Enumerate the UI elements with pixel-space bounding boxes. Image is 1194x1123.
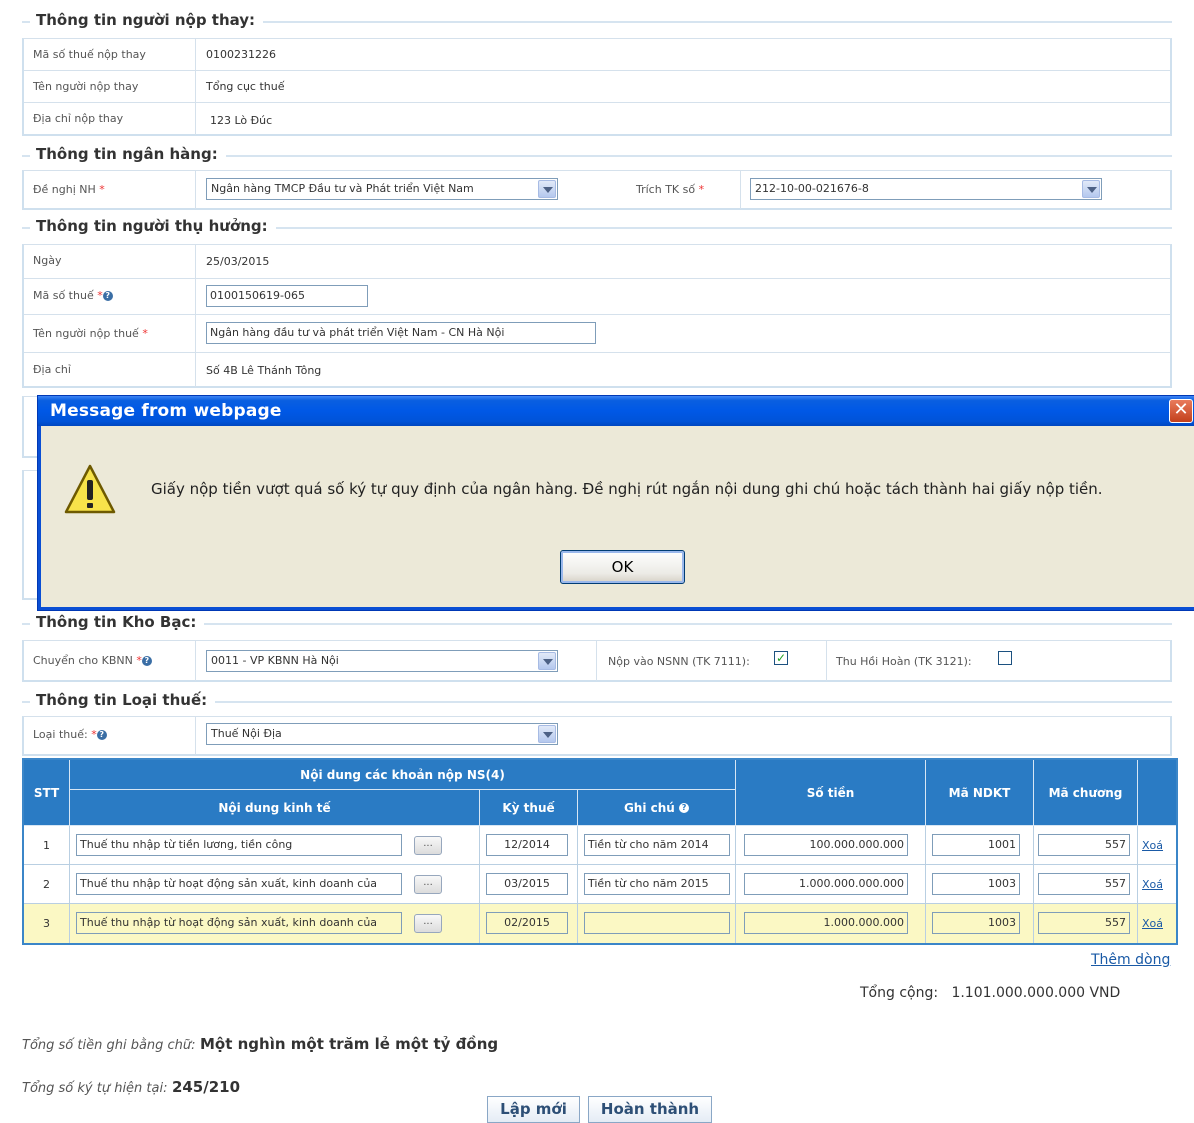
info-icon[interactable]: ?	[96, 730, 107, 740]
note-input[interactable]: Tiền từ cho năm 2015	[584, 873, 730, 895]
refund-label: Thu Hồi Hoàn (TK 3121):	[836, 655, 972, 668]
chevron-down-icon	[538, 180, 556, 198]
row-payer-tax-code: Mã số thuế nộp thay 0100231226	[24, 39, 1170, 71]
th-chapter: Mã chương	[1034, 760, 1138, 826]
chevron-down-icon	[1082, 180, 1100, 198]
row-date: Ngày 25/03/2015	[24, 245, 1170, 279]
row-treasury: Chuyển cho KBNN *? 0011 - VP KBNN Hà Nội…	[24, 641, 1170, 681]
ellipsis-button[interactable]: ...	[414, 836, 442, 855]
nsnn-label: Nộp vào NSNN (TK 7111):	[608, 655, 750, 668]
delete-link[interactable]: Xoá	[1142, 917, 1163, 930]
bank-select[interactable]: Ngân hàng TMCP Đầu tư và Phát triển Việt…	[206, 178, 558, 200]
ellipsis-button[interactable]: ...	[414, 914, 442, 933]
th-stt: STT	[24, 760, 70, 826]
content-input[interactable]: Thuế thu nhập từ hoạt động sản xuất, kin…	[76, 873, 402, 895]
th-group: Nội dung các khoản nộp NS(4)	[70, 760, 736, 790]
th-note: Ghi chú ?	[578, 790, 736, 826]
note-input[interactable]	[584, 912, 730, 934]
ok-button[interactable]: OK	[560, 550, 685, 584]
char-count: Tổng số ký tự hiện tại: 245/210	[22, 1078, 241, 1096]
th-ndkt: Mã NDKT	[926, 760, 1034, 826]
amount-input[interactable]: 100.000.000.000	[744, 834, 908, 856]
th-period: Kỳ thuế	[480, 790, 578, 826]
beneficiary-header: Thông tin người thụ hưởng:	[22, 216, 1172, 238]
warning-icon	[64, 464, 116, 514]
dialog-title: Message from webpage	[38, 396, 1194, 426]
info-icon[interactable]: ?	[141, 656, 152, 666]
ndkt-input[interactable]: 1003	[932, 873, 1020, 895]
close-icon[interactable]: ✕	[1169, 399, 1193, 423]
row-bank: Đề nghị NH * Ngân hàng TMCP Đầu tư và Ph…	[24, 171, 1170, 209]
refund-checkbox[interactable]	[998, 651, 1012, 665]
payer-substitute-section: Mã số thuế nộp thay 0100231226 Tên người…	[22, 38, 1172, 136]
amount-in-words: Tổng số tiền ghi bằng chữ: Một nghìn một…	[22, 1035, 499, 1053]
payer-substitute-header: Thông tin người nộp thay:	[22, 10, 1172, 32]
row-address: Địa chỉ Số 4B Lê Thánh Tông	[24, 353, 1170, 387]
ndkt-input[interactable]: 1003	[932, 912, 1020, 934]
dialog-message: Giấy nộp tiền vượt quá số ký tự quy định…	[151, 480, 1103, 498]
table-row: 2 Thuế thu nhập từ hoạt động sản xuất, k…	[24, 865, 1176, 904]
bank-section: Đề nghị NH * Ngân hàng TMCP Đầu tư và Ph…	[22, 170, 1172, 210]
new-button[interactable]: Lập mới	[487, 1096, 580, 1123]
content-input[interactable]: Thuế thu nhập từ tiền lương, tiền công	[76, 834, 402, 856]
account-label: Trích TK số *	[636, 183, 705, 196]
chapter-input[interactable]: 557	[1038, 912, 1130, 934]
table-row: 1 Thuế thu nhập từ tiền lương, tiền công…	[24, 826, 1176, 865]
ndkt-input[interactable]: 1001	[932, 834, 1020, 856]
payment-table: STT Nội dung các khoản nộp NS(4) Nội dun…	[22, 758, 1178, 945]
amount-input[interactable]: 1.000.000.000.000	[744, 873, 908, 895]
add-row-link[interactable]: Thêm dòng	[1091, 952, 1170, 968]
th-content: Nội dung kinh tế	[70, 790, 480, 826]
content-input[interactable]: Thuế thu nhập từ hoạt động sản xuất, kin…	[76, 912, 402, 934]
nsnn-checkbox[interactable]: ✓	[774, 651, 788, 665]
amount-input[interactable]: 1.000.000.000	[744, 912, 908, 934]
row-tax-code: Mã số thuế *? 0100150619-065	[24, 279, 1170, 315]
beneficiary-section: Ngày 25/03/2015 Mã số thuế *? 0100150619…	[22, 244, 1172, 388]
row-taxpayer-name: Tên người nộp thuế * Ngân hàng đầu tư và…	[24, 315, 1170, 353]
tax-code-input[interactable]: 0100150619-065	[206, 285, 368, 307]
note-input[interactable]: Tiền từ cho năm 2014	[584, 834, 730, 856]
table-row: 3 Thuế thu nhập từ hoạt động sản xuất, k…	[24, 904, 1176, 943]
period-input[interactable]: 12/2014	[486, 834, 568, 856]
tax-type-header: Thông tin Loại thuế:	[22, 690, 1172, 712]
kbnn-select[interactable]: 0011 - VP KBNN Hà Nội	[206, 650, 558, 672]
help-icon[interactable]: ?	[679, 802, 690, 813]
taxpayer-name-input[interactable]: Ngân hàng đầu tư và phát triển Việt Nam …	[206, 322, 596, 344]
total: Tổng cộng: 1.101.000.000.000 VND	[860, 985, 1121, 1001]
total-value: 1.101.000.000.000 VND	[951, 985, 1121, 1001]
ellipsis-button[interactable]: ...	[414, 875, 442, 894]
th-amount: Số tiền	[736, 760, 926, 826]
tax-type-section: Loại thuế: *? Thuế Nội Địa	[22, 716, 1172, 756]
info-icon[interactable]: ?	[102, 291, 113, 301]
message-dialog: Message from webpage ✕ Giấy nộp tiền vượ…	[38, 396, 1194, 610]
treasury-section: Chuyển cho KBNN *? 0011 - VP KBNN Hà Nội…	[22, 640, 1172, 682]
chapter-input[interactable]: 557	[1038, 873, 1130, 895]
chapter-input[interactable]: 557	[1038, 834, 1130, 856]
row-payer-name: Tên người nộp thay Tổng cục thuế	[24, 71, 1170, 103]
delete-link[interactable]: Xoá	[1142, 839, 1163, 852]
section-title: Thông tin người nộp thay:	[30, 11, 264, 29]
tax-type-select[interactable]: Thuế Nội Địa	[206, 723, 558, 745]
done-button[interactable]: Hoàn thành	[588, 1096, 712, 1123]
th-action	[1138, 760, 1176, 826]
row-payer-address: Địa chỉ nộp thay 123 Lò Đúc	[24, 103, 1170, 135]
delete-link[interactable]: Xoá	[1142, 878, 1163, 891]
chevron-down-icon	[538, 652, 556, 670]
account-select[interactable]: 212-10-00-021676-8	[750, 178, 1102, 200]
treasury-header: Thông tin Kho Bạc:	[22, 612, 1172, 634]
row-tax-type: Loại thuế: *? Thuế Nội Địa	[24, 717, 1170, 755]
period-input[interactable]: 02/2015	[486, 912, 568, 934]
chevron-down-icon	[538, 725, 556, 743]
bank-header: Thông tin ngân hàng:	[22, 144, 1172, 166]
period-input[interactable]: 03/2015	[486, 873, 568, 895]
